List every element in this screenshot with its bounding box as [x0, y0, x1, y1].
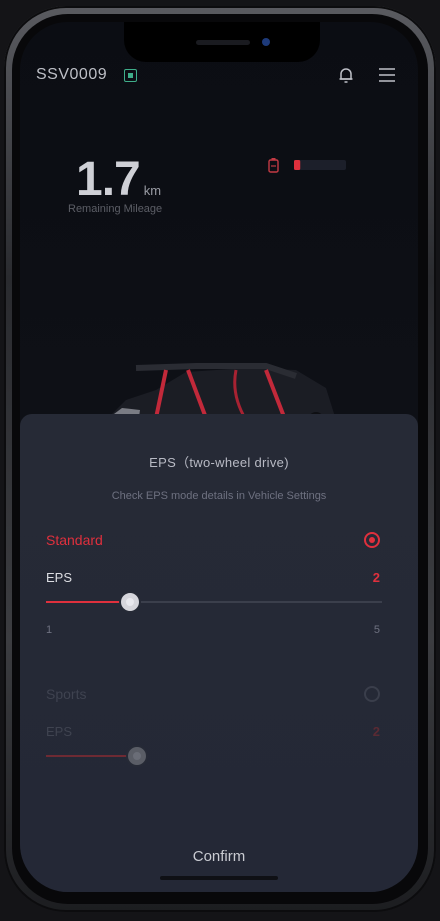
- slider-min-label: 1: [46, 624, 53, 636]
- sheet-title: EPS（two-wheel drive): [149, 455, 289, 470]
- mode-standard-label[interactable]: Standard: [46, 532, 103, 548]
- vehicle-image: [106, 363, 336, 424]
- slider-max-label: 5: [373, 624, 380, 636]
- mode-sports-label[interactable]: Sports: [46, 686, 86, 702]
- sports-eps-value: 2: [372, 724, 380, 739]
- standard-eps-slider[interactable]: [46, 593, 382, 611]
- sports-eps-slider: [46, 747, 382, 765]
- mode-sports-radio[interactable]: [364, 686, 380, 702]
- slider-fill: [46, 755, 137, 757]
- vehicle-id[interactable]: SSV0009: [36, 66, 107, 84]
- bell-icon[interactable]: [337, 66, 355, 84]
- standard-eps-value: 2: [372, 570, 380, 585]
- range-readout: 1.7 km: [76, 152, 161, 207]
- home-indicator: [160, 876, 278, 880]
- signal-icon: [124, 69, 137, 82]
- range-value: 1.7: [76, 153, 141, 206]
- standard-eps-label: EPS: [46, 570, 73, 585]
- front-camera: [262, 38, 270, 46]
- mode-standard-radio[interactable]: [364, 532, 380, 548]
- notch: [124, 22, 320, 62]
- app-screen: SSV0009 1.7 km Remaining Mileage EPS（two…: [20, 22, 418, 892]
- eps-mode-sheet: EPS（two-wheel drive) Check EPS mode deta…: [20, 414, 418, 892]
- sheet-subtitle: Check EPS mode details in Vehicle Settin…: [111, 490, 327, 502]
- speaker: [196, 40, 250, 45]
- slider-thumb: [127, 747, 146, 765]
- range-label: Remaining Mileage: [68, 203, 163, 215]
- range-unit: km: [143, 183, 162, 198]
- menu-icon[interactable]: [378, 67, 396, 83]
- slider-thumb[interactable]: [121, 593, 139, 611]
- sports-eps-label: EPS: [46, 724, 73, 739]
- battery-icon: [268, 158, 346, 173]
- confirm-button[interactable]: Confirm: [20, 848, 418, 865]
- slider-fill: [46, 601, 130, 603]
